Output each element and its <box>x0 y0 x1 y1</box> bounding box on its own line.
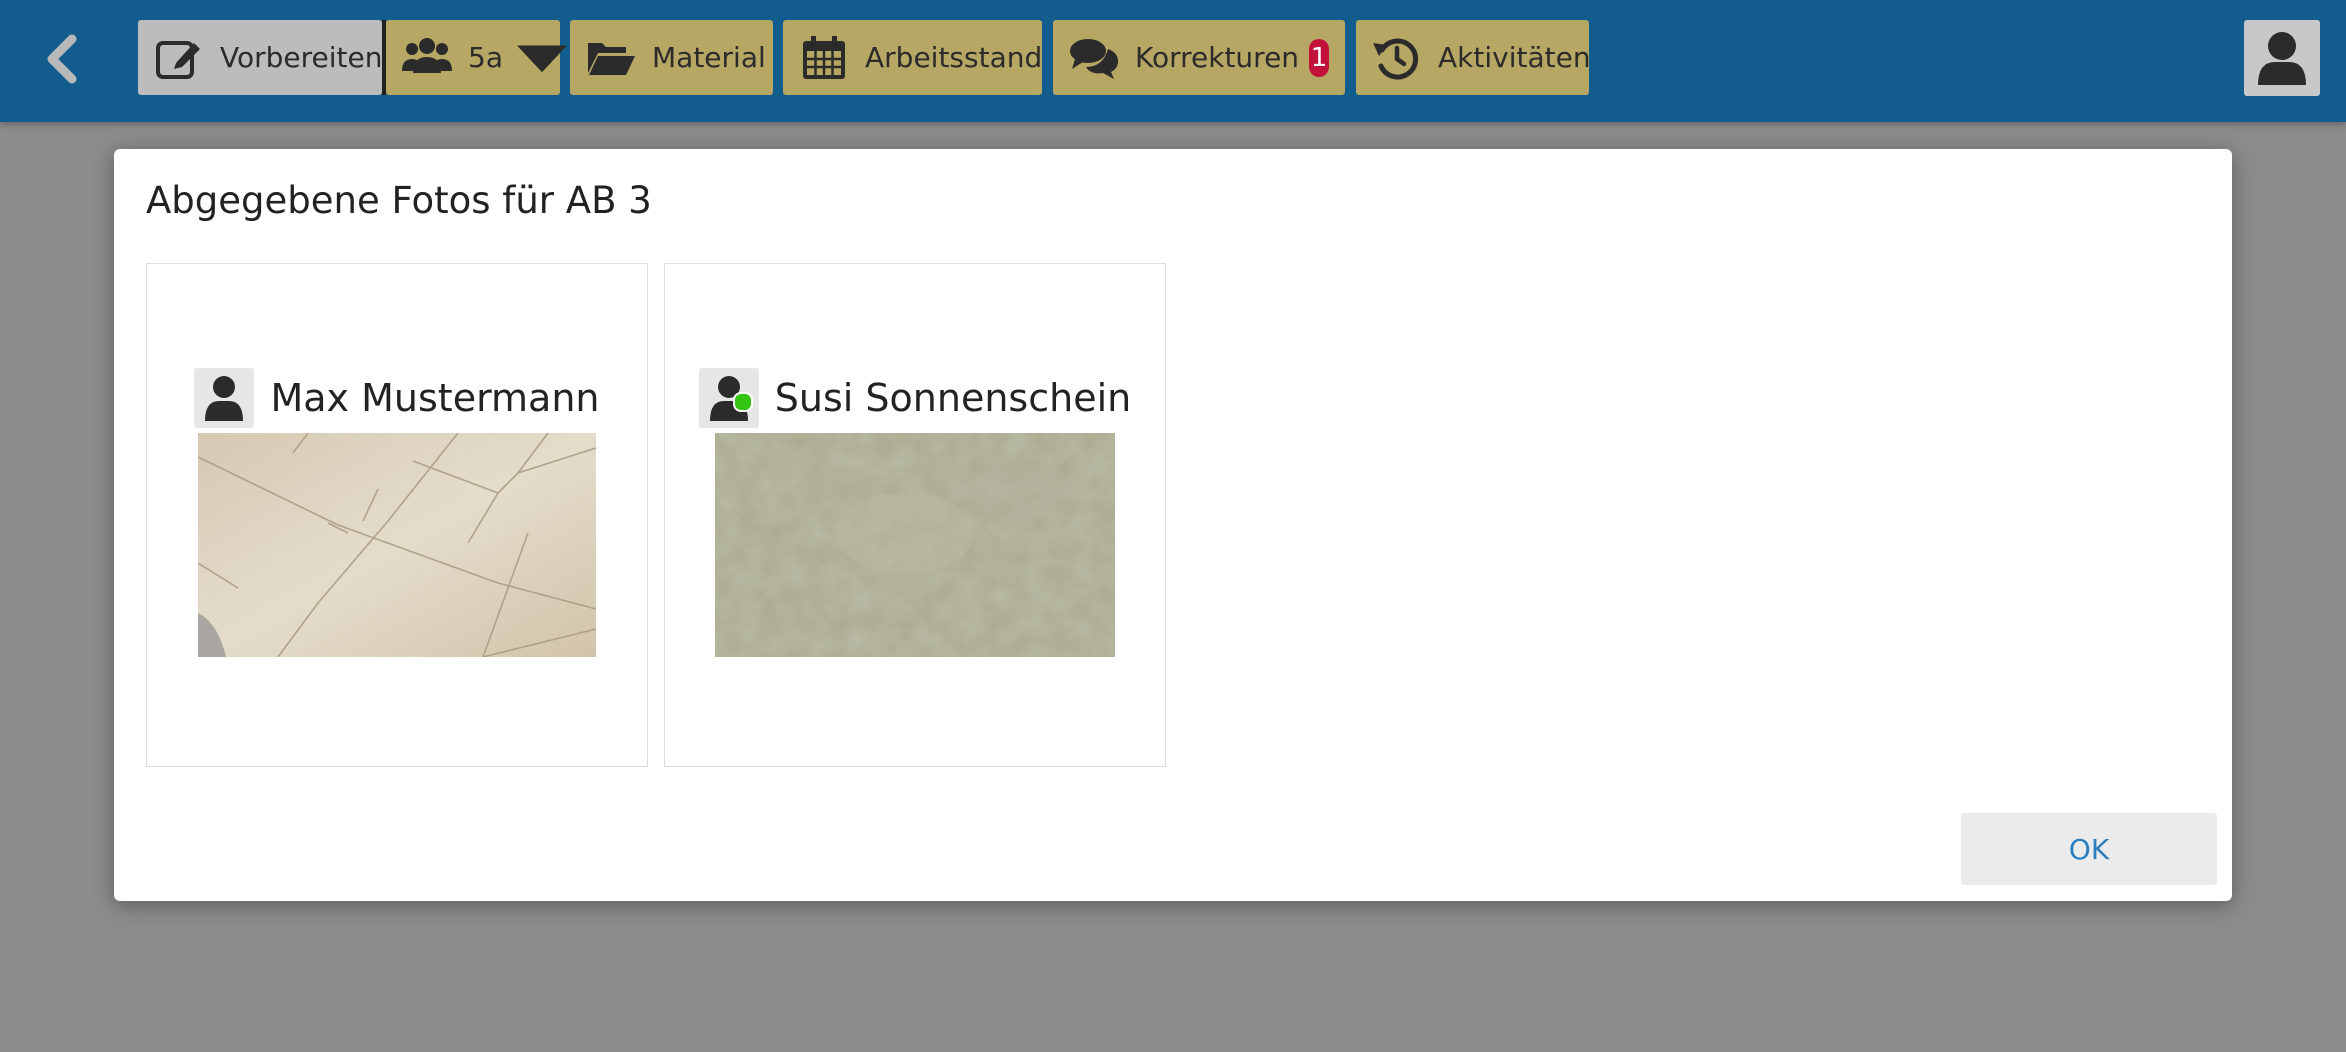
avatar <box>698 368 759 428</box>
prepare-button[interactable]: Vorbereiten <box>138 20 382 95</box>
folder-open-icon <box>588 42 635 75</box>
ok-button[interactable]: OK <box>1961 813 2217 885</box>
users-icon <box>402 37 452 73</box>
corrections-count-badge: 1 <box>1309 38 1329 77</box>
prepare-label: Vorbereiten <box>220 41 383 74</box>
top-navigation-bar: Vorbereiten 5a Material Arbeitsstand Kor… <box>0 0 2346 122</box>
activities-button[interactable]: Aktivitäten <box>1356 20 1591 95</box>
comments-icon <box>1070 38 1119 79</box>
edit-icon <box>156 40 200 79</box>
chevron-left-icon <box>47 34 77 84</box>
class-label: 5a <box>468 41 503 74</box>
user-icon <box>2258 32 2306 85</box>
user-icon <box>205 376 244 421</box>
submitted-photo-tiles[interactable] <box>198 433 596 657</box>
calendar-icon <box>803 35 845 79</box>
progress-button[interactable]: Arbeitsstand <box>783 20 1042 95</box>
submission-card-susi-sonnenschein[interactable]: Susi Sonnenschein <box>664 263 1166 767</box>
activities-label: Aktivitäten <box>1438 41 1591 74</box>
submission-card-max-mustermann[interactable]: Max Mustermann <box>146 263 648 767</box>
material-label: Material <box>652 41 766 74</box>
material-button[interactable]: Material <box>570 20 773 95</box>
history-icon <box>1373 38 1419 79</box>
submitted-photo-carpet[interactable] <box>715 433 1115 657</box>
dialog-title: Abgegebene Fotos für AB 3 <box>146 179 652 222</box>
corrections-button[interactable]: Korrekturen 1 <box>1053 20 1345 95</box>
student-name: Max Mustermann <box>270 376 600 420</box>
class-selector-button[interactable]: 5a <box>386 20 567 95</box>
corrections-label: Korrekturen <box>1135 41 1300 74</box>
avatar <box>194 368 255 428</box>
user-menu-button[interactable] <box>2244 20 2320 96</box>
back-button[interactable] <box>30 26 94 92</box>
submitted-photos-dialog: Abgegebene Fotos für AB 3 Max Mustermann <box>114 149 2232 901</box>
student-name: Susi Sonnenschein <box>774 376 1132 420</box>
chevron-down-icon <box>516 45 567 72</box>
progress-label: Arbeitsstand <box>865 41 1043 74</box>
online-status-indicator <box>732 392 753 412</box>
